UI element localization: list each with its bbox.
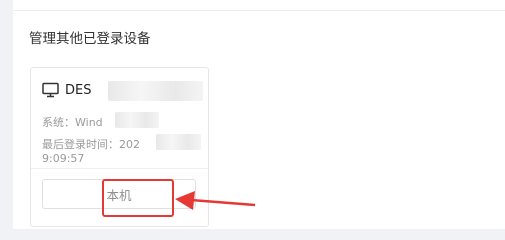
last-login-time: 9:09:57 — [42, 152, 85, 165]
device-os-redaction — [115, 112, 159, 128]
annotation-arrow-icon — [175, 191, 256, 210]
last-login-label: 最后登录时间：202 — [42, 138, 140, 151]
top-divider — [13, 10, 505, 11]
card-divider — [31, 168, 208, 169]
device-os: 系统：Wind — [42, 116, 103, 129]
section-title: 管理其他已登录设备 — [29, 31, 151, 47]
settings-panel: 管理其他已登录设备 DES 系统：Wind 最后登录时间：202 9:09:57… — [13, 0, 505, 229]
last-login-redaction — [156, 134, 201, 150]
device-header: DES — [42, 81, 91, 99]
device-name: DES — [65, 82, 92, 98]
device-name-redaction — [108, 81, 203, 101]
monitor-icon — [42, 82, 59, 98]
